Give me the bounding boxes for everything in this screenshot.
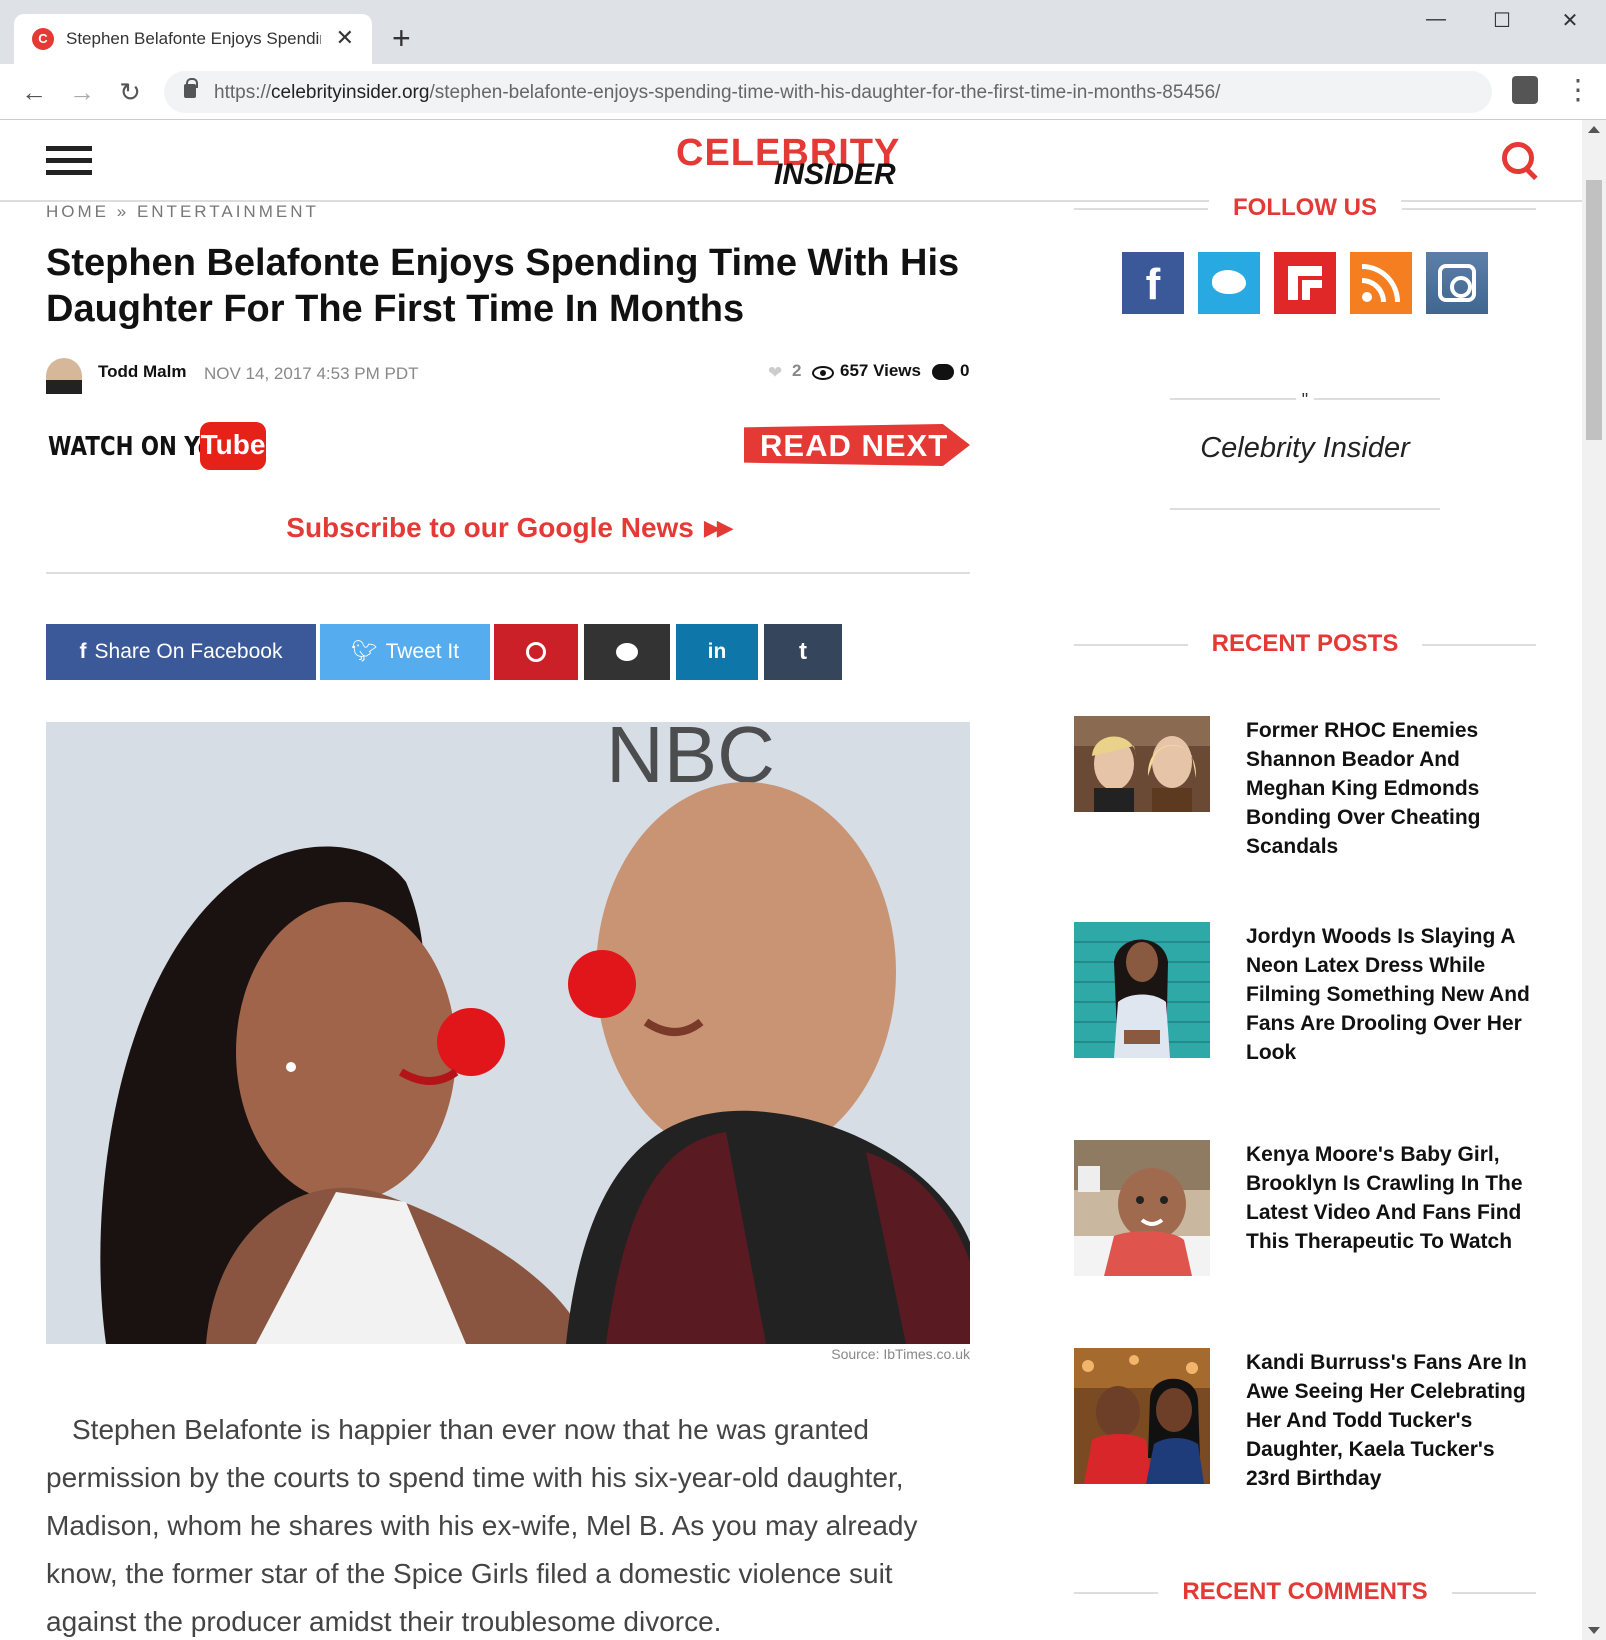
scroll-thumb[interactable] <box>1586 180 1602 440</box>
maximize-button[interactable]: ☐ <box>1472 8 1532 38</box>
article-title: Stephen Belafonte Enjoys Spending Time W… <box>46 242 960 330</box>
comments-count: 0 <box>960 361 970 380</box>
recent-post-thumbnail[interactable] <box>1074 1140 1210 1276</box>
recent-post-thumbnail[interactable] <box>1074 716 1210 852</box>
instagram-icon[interactable] <box>1426 252 1488 314</box>
recent-post-thumbnail[interactable] <box>1074 922 1210 1058</box>
new-tab-button[interactable]: + <box>392 18 411 58</box>
youtube-tube-logo: Tube <box>200 422 266 470</box>
share-reddit-button[interactable] <box>584 624 670 680</box>
share-tumblr-button[interactable]: t <box>764 624 842 680</box>
facebook-icon: f <box>79 640 87 663</box>
read-next-label: READ NEXT <box>760 428 949 463</box>
share-facebook-label: Share On Facebook <box>94 640 283 663</box>
rss-icon[interactable] <box>1350 252 1412 314</box>
breadcrumb: HOME » ENTERTAINMENT <box>46 202 319 222</box>
recent-post-thumbnail[interactable] <box>1074 1348 1210 1484</box>
address-bar[interactable]: https://celebrityinsider.org/stephen-bel… <box>164 71 1492 113</box>
breadcrumb-category[interactable]: ENTERTAINMENT <box>137 202 319 221</box>
quote-text: Celebrity Insider <box>1200 432 1410 464</box>
article-paragraph: Stephen Belafonte is happier than ever n… <box>46 1414 918 1637</box>
forward-button[interactable]: → <box>64 74 100 110</box>
close-window-button[interactable]: ✕ <box>1540 8 1600 38</box>
page-scrollbar[interactable] <box>1582 120 1606 1640</box>
recent-post-title[interactable]: Jordyn Woods Is Slaying A Neon Latex Dre… <box>1246 922 1536 1067</box>
share-linkedin-button[interactable]: in <box>676 624 758 680</box>
browser-chrome: C Stephen Belafonte Enjoys Spending Time… <box>0 0 1606 120</box>
google-news-link[interactable]: Subscribe to our Google News ▶▶ <box>46 512 970 544</box>
scroll-down-icon[interactable] <box>1588 1627 1600 1634</box>
site-logo[interactable]: CELEBRITY INSIDER <box>676 132 916 192</box>
search-icon[interactable] <box>1502 142 1536 180</box>
back-button[interactable]: ← <box>16 74 52 110</box>
linkedin-icon: in <box>707 640 727 663</box>
url-text[interactable]: https://celebrityinsider.org/stephen-bel… <box>214 82 1220 104</box>
image-source-caption: Source: IbTimes.co.uk <box>831 1346 970 1362</box>
recent-posts-heading: RECENT POSTS <box>1074 624 1536 664</box>
browser-toolbar: ← → ↻ https://celebrityinsider.org/steph… <box>0 64 1606 120</box>
read-next-button[interactable]: READ NEXT <box>744 424 970 466</box>
share-facebook-button[interactable]: f Share On Facebook <box>46 624 316 680</box>
share-pinterest-button[interactable] <box>494 624 578 680</box>
minimize-button[interactable]: — <box>1406 8 1466 38</box>
tweet-button[interactable]: 🐦︎ Tweet It <box>320 624 490 680</box>
views-count: 657 Views <box>840 361 921 380</box>
pinterest-icon <box>526 642 546 663</box>
hamburger-menu-icon[interactable] <box>46 146 92 178</box>
tweet-label: Tweet It <box>385 640 460 663</box>
clipboard-extension-icon[interactable] <box>1512 76 1538 104</box>
post-stats: ❤ 2 657 Views 0 <box>768 361 970 385</box>
google-news-label: Subscribe to our Google News <box>286 512 694 543</box>
eye-icon <box>812 366 834 380</box>
flipboard-icon[interactable] <box>1274 252 1336 314</box>
follow-us-heading: FOLLOW US <box>1074 188 1536 228</box>
recent-comments-heading: RECENT COMMENTS <box>1074 1572 1536 1612</box>
browser-tab[interactable]: C Stephen Belafonte Enjoys Spending Time… <box>14 14 372 64</box>
reload-button[interactable]: ↻ <box>112 74 148 110</box>
site-favicon-icon: C <box>32 28 54 50</box>
browser-menu-icon[interactable]: ⋮ <box>1564 72 1592 108</box>
reddit-icon <box>616 643 638 662</box>
tab-strip: C Stephen Belafonte Enjoys Spending Time… <box>0 0 1606 64</box>
comment-icon[interactable] <box>932 364 954 380</box>
fast-forward-icon: ▶▶ <box>703 515 734 540</box>
author-name[interactable]: Todd Malm <box>98 362 186 382</box>
post-date: NOV 14, 2017 4:53 PM PDT <box>204 364 419 383</box>
hero-illustration: NBC <box>46 722 970 1344</box>
recent-post-title[interactable]: Kandi Burruss's Fans Are In Awe Seeing H… <box>1246 1348 1536 1493</box>
likes-count: 2 <box>792 361 802 380</box>
article-hero-image[interactable]: NBC <box>46 722 970 1344</box>
quote-mark: " <box>1296 390 1314 411</box>
recent-post-title[interactable]: Former RHOC Enemies Shannon Beador And M… <box>1246 716 1536 861</box>
page-content: CELEBRITY INSIDER HOME » ENTERTAINMENT S… <box>0 120 1582 1640</box>
breadcrumb-separator: » <box>116 202 130 221</box>
close-tab-icon[interactable]: ✕ <box>336 25 354 51</box>
breadcrumb-home[interactable]: HOME <box>46 202 109 221</box>
tumblr-icon: t <box>799 638 807 665</box>
watch-on-youtube-button[interactable]: WATCH ON You Tube <box>46 420 268 472</box>
divider <box>46 572 970 574</box>
twitter-icon[interactable] <box>1198 252 1260 314</box>
quote-divider-bottom <box>1170 508 1440 510</box>
recent-post-title[interactable]: Kenya Moore's Baby Girl, Brooklyn Is Cra… <box>1246 1140 1536 1256</box>
lock-icon[interactable] <box>184 78 198 98</box>
heart-icon[interactable]: ❤ <box>768 363 782 383</box>
tab-title: Stephen Belafonte Enjoys Spending Time W… <box>66 29 321 48</box>
article-body: Stephen Belafonte is happier than ever n… <box>46 1406 970 1640</box>
author-avatar[interactable] <box>46 358 82 394</box>
facebook-icon[interactable]: f <box>1122 252 1184 314</box>
twitter-icon: 🐦︎ <box>350 640 378 663</box>
scroll-up-icon[interactable] <box>1588 126 1600 133</box>
